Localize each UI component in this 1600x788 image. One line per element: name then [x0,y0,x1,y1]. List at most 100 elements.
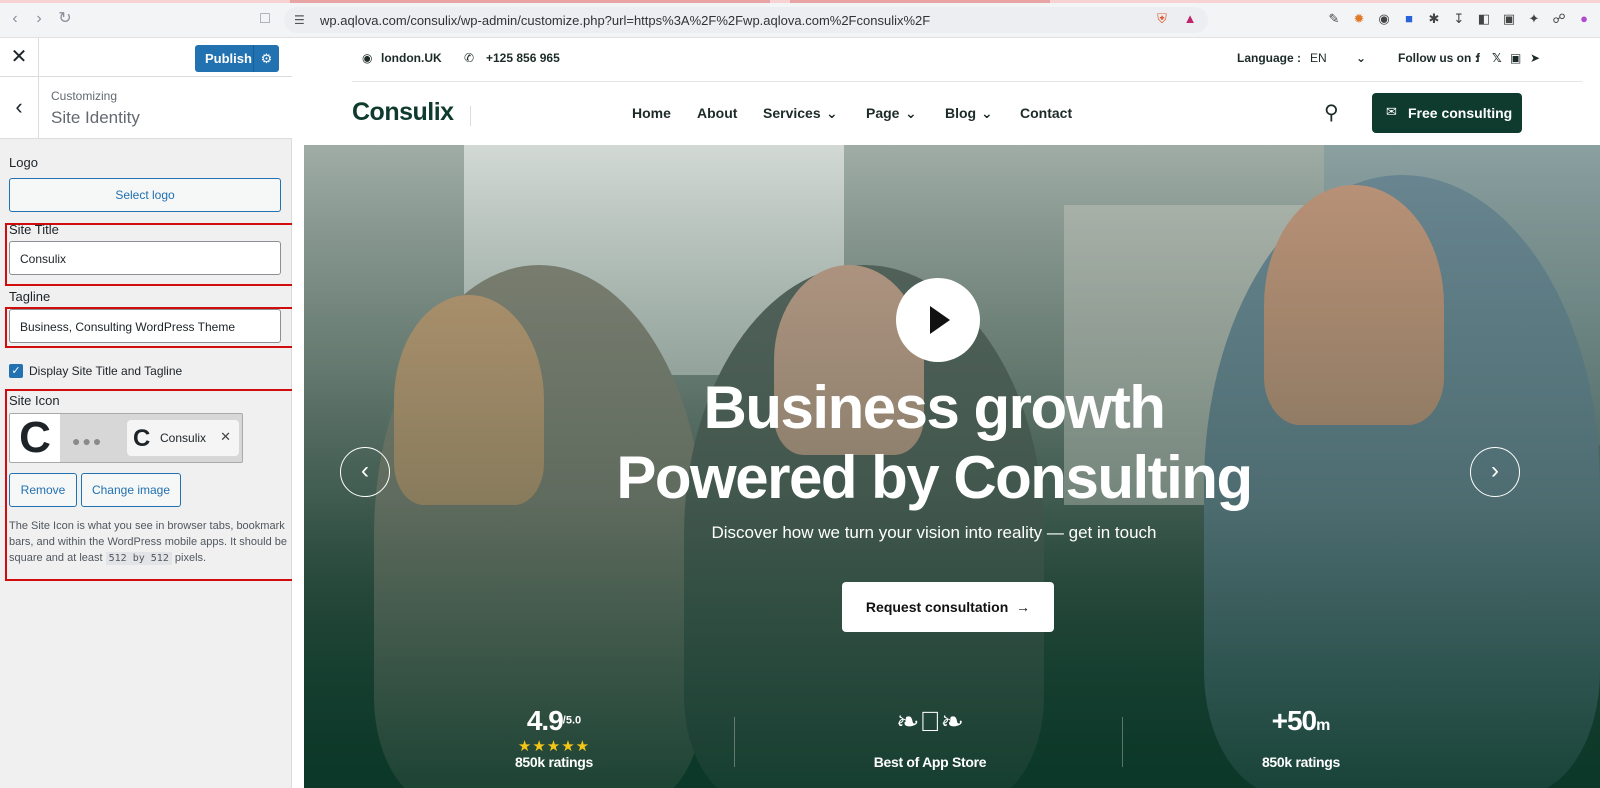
back-arrow-icon[interactable]: ‹ [0,77,39,139]
url-text[interactable]: wp.aqlova.com/consulix/wp-admin/customiz… [320,13,930,28]
help-text-code: 512 by 512 [105,552,172,565]
profile-icon[interactable]: ● [1576,11,1592,27]
browser-toolbar: ‹ › ↻ □ ☰ wp.aqlova.com/consulix/wp-admi… [0,0,1600,38]
select-logo-button[interactable]: Select logo [9,178,281,212]
phone-text: +125 856 965 [486,51,560,65]
site-title-input[interactable]: Consulix [9,241,281,275]
menu-about[interactable]: About [697,105,737,121]
tagline-input[interactable]: Business, Consulting WordPress Theme [9,309,281,343]
whatsapp-icon: ✆ [464,51,475,65]
display-title-checkbox[interactable]: ✓ [9,364,23,378]
free-consulting-label: Free consulting [1408,105,1513,121]
section-header: ‹ Customizing Site Identity [0,77,292,139]
menu-home[interactable]: Home [632,105,671,121]
telegram-icon[interactable]: ➤ [1530,51,1540,65]
remove-button[interactable]: Remove [9,473,77,507]
download-icon[interactable]: ↧ [1451,11,1467,27]
site-preview: ◉ london.UK ✆ +125 856 965 Language : EN… [292,38,1600,788]
hero-subtitle: Discover how we turn your vision into re… [711,523,1157,542]
instagram-icon[interactable]: ▣ [1510,51,1521,65]
site-icon-help-text: The Site Icon is what you see in browser… [9,518,289,567]
close-icon[interactable]: ✕ [0,38,39,77]
free-consulting-button[interactable]: ✉ Free consulting [1372,93,1522,133]
tab-preview-title: Consulix [160,431,207,445]
slider-next-button[interactable]: › [1470,447,1520,497]
gear-icon[interactable]: ⚙ [253,45,279,72]
back-icon[interactable]: ‹ [6,10,24,28]
extensions-puzzle-icon[interactable]: ✱ [1426,11,1442,27]
camera-icon[interactable]: ◉ [1376,11,1392,27]
site-title-label: Site Title [9,222,59,237]
apple-laurel-icon: ❧❧ [896,706,964,737]
stat-users-label: 850k ratings [1261,754,1341,770]
stat-rating-scale: /5.0 [562,714,582,727]
tab-close-icon: ✕ [220,429,231,444]
menu-blog[interactable]: Blog [945,105,976,121]
facebook-icon[interactable]: f [1476,51,1480,65]
site-logo[interactable]: Consulix [352,98,454,127]
search-icon[interactable]: ⚲ [1324,100,1339,125]
stat-app-store: ❧❧ Best of App Store [830,705,1030,770]
follow-label: Follow us on : [1398,51,1479,65]
leo-ai-icon[interactable]: ✦ [1526,11,1542,27]
top-divider [352,81,1582,82]
chevron-down-icon[interactable]: ⌄ [905,105,917,122]
language-select[interactable]: EN [1310,51,1327,65]
address-bar[interactable]: ☰ wp.aqlova.com/consulix/wp-admin/custom… [284,7,1208,33]
display-title-label[interactable]: Display Site Title and Tagline [29,364,182,378]
eyedropper-icon[interactable]: ✎ [1326,11,1342,27]
hero-title-line2: Powered by Consulting [616,444,1253,511]
reload-icon[interactable]: ↻ [56,10,74,28]
tagline-label: Tagline [9,289,51,304]
stat-users-unit: m [1316,717,1331,734]
stat-rating-value: 4.9 [526,705,564,736]
x-twitter-icon[interactable]: 𝕏 [1492,51,1502,65]
site-icon-small: C [133,425,151,452]
customizer-header: ✕ Publish ⚙ [0,38,292,77]
stat-divider [734,717,735,767]
vpn-shield-icon[interactable]: ☍ [1551,11,1567,27]
logo-label: Logo [9,155,38,170]
stat-rating: 4.9/5.0 ★★★★★ 850k ratings [454,705,654,770]
help-text-part2: pixels. [174,552,207,564]
stat-divider [1122,717,1123,767]
location-text: london.UK [381,51,442,65]
play-icon [930,306,950,334]
chevron-down-icon[interactable]: ⌄ [1356,51,1366,65]
tab-indicator [790,0,1050,3]
wallet-icon[interactable]: ▣ [1501,11,1517,27]
browser-dots-icon: ●●● [72,433,104,449]
hero-banner: Business growth Powered by Consulting Di… [304,145,1600,788]
section-title: Site Identity [51,108,140,127]
change-image-button[interactable]: Change image [81,473,181,507]
breadcrumb: Customizing [51,89,118,103]
site-info-icon[interactable]: ☰ [294,13,308,27]
chevron-down-icon[interactable]: ⌄ [981,105,993,122]
menu-contact[interactable]: Contact [1020,105,1072,121]
request-consultation-button[interactable]: Request consultation → [842,582,1054,632]
site-icon-label: Site Icon [9,393,60,408]
brave-rewards-icon[interactable]: ▲ [1182,11,1198,27]
play-button[interactable] [896,278,980,362]
hero-title-line1: Business growth [703,374,1166,441]
customizer-sidebar: ✕ Publish ⚙ ‹ Customizing Site Identity … [0,38,355,788]
forward-icon[interactable]: › [30,10,48,28]
slider-prev-button[interactable]: ‹ [340,447,390,497]
menu-services[interactable]: Services [763,105,821,121]
menu-page[interactable]: Page [866,105,899,121]
brave-shield-icon[interactable]: ⛨ [1154,11,1170,27]
site-icon-large: C [10,414,60,462]
bookmark-icon[interactable]: □ [256,10,274,28]
envelope-icon: ✉ [1386,104,1397,119]
active-tab-indicator [290,0,770,3]
sidebar-icon[interactable]: ◧ [1476,11,1492,27]
extension-blue-icon[interactable]: ■ [1401,11,1417,27]
chevron-down-icon[interactable]: ⌄ [826,105,838,122]
logo-divider [470,106,471,126]
language-label: Language : [1237,51,1302,65]
stat-rating-label: 850k ratings [514,754,594,770]
stat-app-store-label: Best of App Store [873,754,987,770]
request-consultation-label: Request consultation [865,599,1009,615]
publish-button[interactable]: Publish ⚙ [195,45,279,72]
extension-sun-icon[interactable]: ✹ [1351,11,1367,27]
